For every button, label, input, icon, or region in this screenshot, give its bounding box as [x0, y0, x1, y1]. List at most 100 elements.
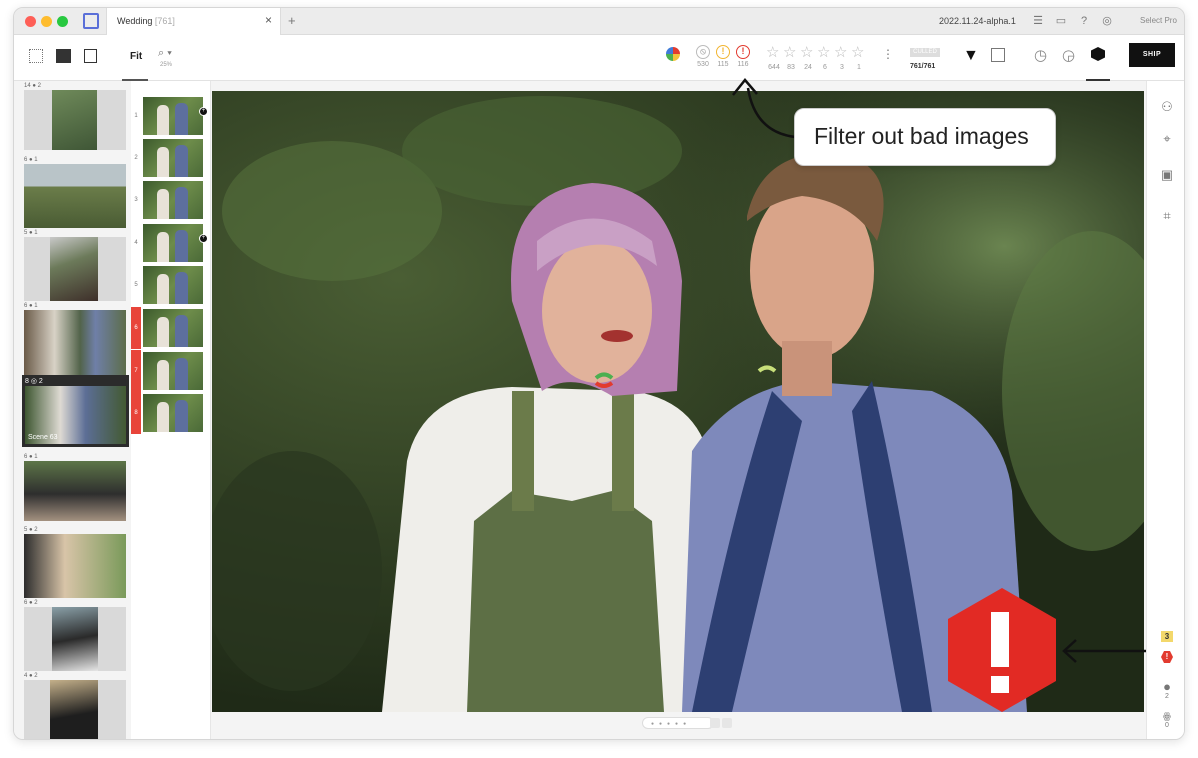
version-label: 2022.11.24-alpha.1 — [939, 16, 1016, 26]
redo-history-icon[interactable]: ◶ — [1062, 46, 1075, 64]
focus-target-icon[interactable]: ⌖ — [1159, 131, 1175, 147]
strip-item-flagged[interactable]: 6 — [131, 307, 211, 349]
scene-card[interactable]: 5 ● 2 — [24, 526, 126, 598]
strip-thumbnail — [143, 181, 203, 219]
selected-dot-icon: + — [199, 234, 208, 243]
people-icon[interactable]: ⚇ — [1159, 99, 1175, 115]
error-icon: ! — [736, 45, 750, 59]
crop-icon[interactable]: ⌗ — [1159, 208, 1175, 224]
scene-thumbnail — [24, 237, 126, 301]
single-view-icon[interactable] — [84, 49, 97, 63]
grid-view-icon[interactable] — [29, 49, 43, 63]
scene-thumbnail: Scene 63 — [25, 386, 126, 444]
star-icon[interactable]: ☆ — [851, 43, 864, 61]
warning-count-badge: 3 — [1161, 631, 1173, 642]
warning-filter[interactable]: ! 115 — [714, 45, 732, 68]
scene-list[interactable]: 14 ● 2 6 ● 1 5 ● 1 6 ● 1 8 ◎ 2 Scene 63 … — [14, 81, 129, 739]
tab-wedding[interactable]: Wedding [761] × — [106, 8, 281, 35]
error-badge-icon[interactable]: ! — [1161, 651, 1173, 663]
star-icon[interactable]: ☆ — [817, 43, 830, 61]
strip-item[interactable]: 1 + — [131, 95, 211, 137]
rejected-icon: ⦸ — [696, 45, 710, 59]
more-icon[interactable]: ⋮ — [882, 47, 894, 61]
next-page-button[interactable] — [722, 718, 732, 728]
main-toolbar: Fit ⌕ ▾ 25% ⦸ 530 ! 115 ! 116 ☆ ☆ ☆ ☆ ☆ … — [14, 35, 1184, 81]
ship-button[interactable]: SHIP — [1129, 43, 1175, 67]
strip-item[interactable]: 2 — [131, 137, 211, 179]
prev-page-button[interactable] — [710, 718, 720, 728]
star-count: 644 — [768, 64, 780, 71]
error-filter[interactable]: ! 116 — [734, 45, 752, 68]
scene-card-active[interactable]: 8 ◎ 2 Scene 63 — [22, 375, 129, 447]
scene-thumbnail — [24, 164, 126, 228]
zoom-icon[interactable]: ⌕ ▾ — [158, 47, 172, 60]
minimize-window-button[interactable] — [41, 16, 52, 27]
strip-item[interactable]: 4 + — [131, 222, 211, 264]
warning-exclamation-bar — [991, 612, 1009, 667]
warning-icon: ! — [716, 45, 730, 59]
scene-thumbnail — [24, 310, 126, 376]
image-pager[interactable]: ●●●●● — [642, 717, 714, 729]
scene-card[interactable]: 6 ● 1 — [24, 156, 126, 228]
zoom-window-button[interactable] — [57, 16, 68, 27]
culled-label: CULLED — [910, 48, 940, 57]
strip-item-flagged[interactable]: 8 — [131, 392, 211, 434]
help-icon[interactable]: ? — [1077, 14, 1091, 28]
strip-thumbnail — [143, 309, 203, 347]
star-icon[interactable]: ☆ — [766, 43, 779, 61]
strip-item[interactable]: 3 — [131, 179, 211, 221]
image-strip[interactable]: 1 + 2 3 4 + 5 6 7 8 — [131, 81, 211, 739]
filmstrip-view-icon[interactable] — [56, 49, 71, 63]
scene-card[interactable]: 14 ● 2 — [24, 82, 126, 150]
color-label-icon[interactable] — [666, 47, 680, 61]
select-pro-label[interactable]: Select Pro — [1140, 16, 1177, 25]
compass-icon[interactable]: ◎ — [1100, 14, 1114, 28]
star-count: 83 — [787, 64, 795, 71]
scene-card[interactable]: 6 ● 1 — [24, 453, 126, 521]
zoom-percent: 25% — [160, 62, 173, 68]
scene-thumbnail — [24, 534, 126, 598]
strip-thumbnail — [143, 139, 203, 177]
strip-thumbnail — [143, 97, 203, 135]
strip-thumbnail — [143, 394, 203, 432]
group-count: 0 — [1165, 722, 1169, 729]
tab-title: Wedding [761] — [117, 16, 175, 26]
scene-card[interactable]: 6 ● 2 — [24, 599, 126, 671]
scene-card[interactable]: 6 ● 1 — [24, 302, 126, 376]
title-bar: Wedding [761] × + 2022.11.24-alpha.1 ☰ ▭… — [14, 8, 1184, 35]
star-count: 24 — [804, 64, 812, 71]
fit-button[interactable]: Fit — [130, 51, 142, 62]
compare-icon[interactable] — [991, 48, 1005, 62]
image-info-icon[interactable]: ▣ — [1159, 167, 1175, 183]
settings-sliders-icon[interactable]: ☰ — [1031, 14, 1045, 28]
scene-thumbnail — [24, 607, 126, 671]
filter-callout: Filter out bad images — [794, 108, 1056, 166]
star-count: 6 — [823, 64, 827, 71]
scene-card[interactable]: 5 ● 1 — [24, 229, 126, 301]
strip-item[interactable]: 5 — [131, 264, 211, 306]
strip-thumbnail — [143, 352, 203, 390]
keyboard-icon[interactable]: ▭ — [1054, 14, 1068, 28]
person-count: 2 — [1165, 693, 1169, 700]
star-icon[interactable]: ☆ — [783, 43, 796, 61]
close-window-button[interactable] — [25, 16, 36, 27]
scene-card[interactable]: 4 ● 2 — [24, 672, 126, 739]
rejected-filter[interactable]: ⦸ 530 — [694, 45, 712, 68]
star-count: 3 — [840, 64, 844, 71]
strip-item-flagged[interactable]: 7 — [131, 350, 211, 392]
filter-icon[interactable]: ▼ — [963, 47, 979, 65]
shield-icon[interactable] — [1091, 47, 1105, 61]
tab-close-icon[interactable]: × — [265, 13, 272, 27]
star-icon[interactable]: ☆ — [834, 43, 847, 61]
strip-thumbnail — [143, 224, 203, 262]
selected-dot-icon: + — [199, 107, 208, 116]
scene-thumbnail — [24, 90, 126, 150]
new-tab-icon[interactable]: + — [288, 13, 296, 28]
app-logo-icon — [83, 13, 99, 29]
scene-thumbnail — [24, 461, 126, 521]
scene-thumbnail — [24, 680, 126, 739]
star-icon[interactable]: ☆ — [800, 43, 813, 61]
history-icon[interactable]: ◷ — [1034, 46, 1047, 64]
scene-label: Scene 63 — [28, 434, 58, 441]
warning-exclamation-dot — [991, 676, 1009, 693]
